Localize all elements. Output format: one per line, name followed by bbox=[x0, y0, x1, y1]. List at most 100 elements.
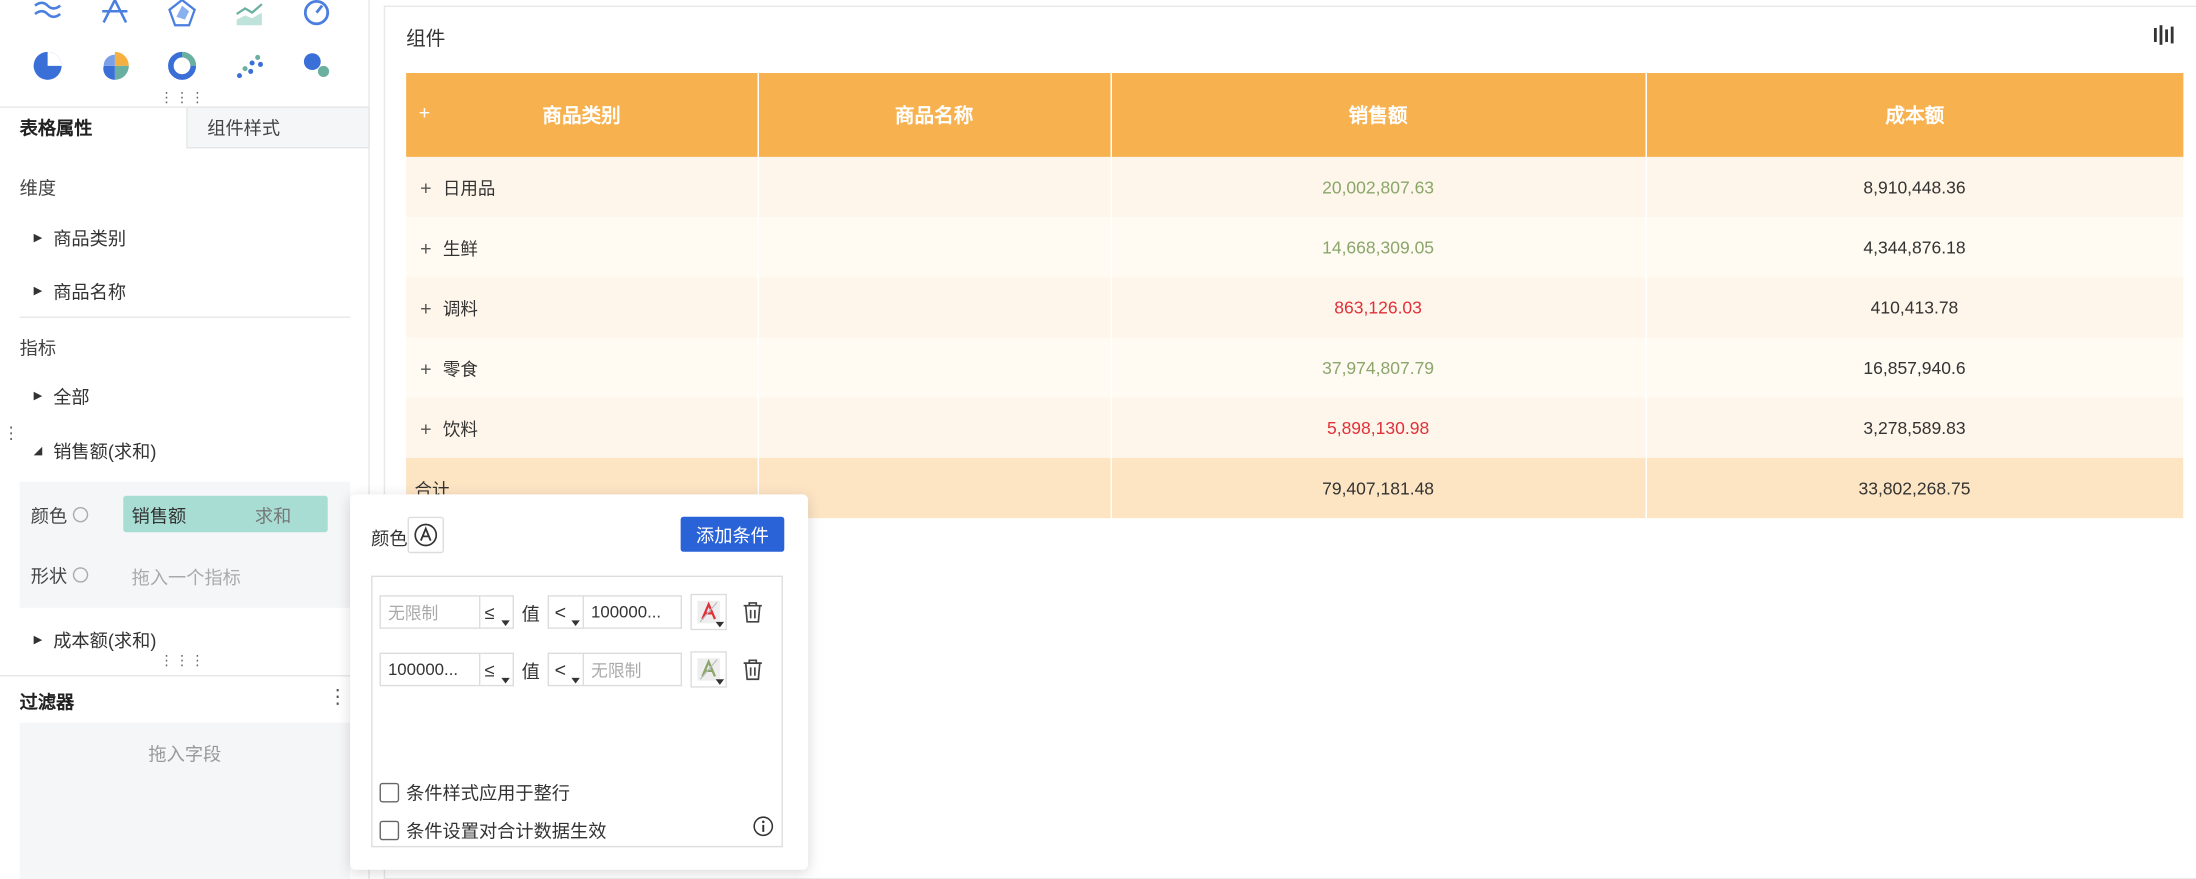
lower-operator-select[interactable]: ≤ bbox=[480, 595, 514, 629]
filter-header: 过滤器 ⋮ bbox=[0, 675, 370, 717]
value-label: 值 bbox=[521, 602, 540, 624]
ring-icon[interactable] bbox=[165, 49, 199, 83]
trash-icon[interactable] bbox=[741, 658, 763, 681]
metric-item-all[interactable]: ▶ 全部 bbox=[34, 382, 90, 409]
tab-component-style[interactable]: 组件样式 bbox=[186, 106, 370, 149]
side-drag-handle[interactable]: ⋮ bbox=[3, 424, 21, 441]
attribute-box: 颜色 销售额 求和 形状 拖入一个指标 bbox=[19, 481, 351, 608]
upper-bound-input[interactable]: 100000... bbox=[584, 595, 683, 629]
expand-icon[interactable]: + bbox=[420, 356, 431, 378]
sales-cell: 5,898,130.98 bbox=[1110, 397, 1647, 458]
lower-bound-input[interactable]: 无限制 bbox=[379, 595, 481, 629]
caret-right-icon: ▶ bbox=[33, 389, 43, 402]
header-category[interactable]: + 商品类别 bbox=[406, 72, 759, 157]
upper-operator-select[interactable]: < bbox=[547, 595, 585, 629]
property-tabs: 表格属性 组件样式 bbox=[0, 106, 370, 149]
cost-cell: 410,413.78 bbox=[1645, 277, 2185, 338]
value-label: 值 bbox=[521, 660, 540, 682]
metric-item-sales[interactable]: ◢ 销售额(求和) bbox=[34, 437, 157, 464]
left-panel: ⋮⋮⋮ 表格属性 组件样式 维度 ▶ 商品类别 ▶ 商品名称 指标 ▶ 全部 ◢… bbox=[0, 0, 370, 879]
category-cell[interactable]: + 饮料 bbox=[406, 397, 759, 458]
chevron-down-icon bbox=[715, 679, 725, 685]
pie-icon[interactable] bbox=[31, 49, 65, 83]
star-line-icon[interactable] bbox=[98, 0, 132, 29]
header-cost[interactable]: 成本额 bbox=[1645, 72, 2184, 157]
bars-icon[interactable] bbox=[2153, 24, 2175, 53]
expand-icon[interactable]: + bbox=[420, 236, 431, 258]
upper-operator-select[interactable]: < bbox=[547, 652, 585, 687]
header-name[interactable]: 商品名称 bbox=[757, 72, 1112, 157]
wave-chart-icon[interactable] bbox=[31, 0, 65, 29]
table-row[interactable]: + 日用品 20,002,807.63 8,910,448.36 bbox=[406, 156, 2185, 218]
apply-total-checkbox[interactable]: 条件设置对合计数据生效 bbox=[379, 816, 606, 843]
filter-hint: 拖入字段 bbox=[148, 743, 222, 765]
trash-icon[interactable] bbox=[741, 601, 763, 623]
info-icon[interactable] bbox=[752, 815, 774, 837]
shape-drop-zone[interactable]: 拖入一个指标 bbox=[132, 563, 241, 590]
component-title: 组件 bbox=[406, 26, 446, 50]
table-row[interactable]: + 生鲜 14,668,309.05 4,344,876.18 bbox=[406, 217, 2185, 278]
filter-drop-zone[interactable]: 拖入字段 bbox=[19, 722, 351, 879]
caret-right-icon: ▶ bbox=[33, 284, 43, 297]
style-color-picker[interactable] bbox=[690, 593, 727, 631]
resize-handle[interactable]: ⋮⋮⋮ bbox=[160, 92, 206, 106]
lower-bound-input[interactable]: 100000... bbox=[379, 652, 481, 687]
chevron-down-icon bbox=[571, 677, 580, 684]
tab-table-properties[interactable]: 表格属性 bbox=[0, 106, 187, 149]
checkbox[interactable] bbox=[379, 819, 400, 840]
more-icon[interactable]: ⋮ bbox=[328, 685, 348, 709]
rose-pie-icon[interactable] bbox=[98, 49, 132, 83]
expand-icon[interactable]: + bbox=[420, 417, 431, 439]
caret-right-icon: ▶ bbox=[33, 633, 43, 646]
metric-item-cost[interactable]: ▶ 成本额(求和) bbox=[34, 626, 157, 653]
color-field-pill[interactable]: 销售额 求和 bbox=[123, 495, 328, 533]
name-cell bbox=[757, 457, 1112, 519]
checkbox[interactable] bbox=[379, 782, 400, 802]
table-row[interactable]: + 饮料 5,898,130.98 3,278,589.83 bbox=[406, 397, 2185, 458]
table-row[interactable]: + 零食 37,974,807.79 16,857,940.6 bbox=[406, 337, 2185, 398]
cost-cell: 8,910,448.36 bbox=[1645, 156, 2185, 218]
metric-label: 指标 bbox=[19, 337, 57, 359]
total-sales: 79,407,181.48 bbox=[1110, 457, 1647, 519]
category-cell[interactable]: + 生鲜 bbox=[406, 217, 759, 278]
chevron-down-icon bbox=[715, 621, 725, 628]
chart-type-row-1 bbox=[31, 0, 334, 29]
radar-icon[interactable] bbox=[165, 0, 199, 29]
rules-box: 无限制 ≤ 值 <100000... 100000... ≤ 值 < 无限制 条件样式应用于整行… bbox=[371, 575, 783, 848]
chevron-down-icon bbox=[571, 620, 580, 627]
header-sales[interactable]: 销售额 bbox=[1110, 72, 1647, 157]
gear-icon[interactable] bbox=[72, 567, 89, 583]
condition-rule: 无限制 ≤ 值 <100000... bbox=[379, 593, 764, 631]
table-row[interactable]: + 调料 863,126.03 410,413.78 bbox=[406, 277, 2185, 338]
bubble-icon[interactable] bbox=[300, 49, 334, 83]
font-color-icon[interactable] bbox=[407, 516, 444, 554]
sales-cell: 37,974,807.79 bbox=[1110, 337, 1647, 398]
dimension-item-name[interactable]: ▶ 商品名称 bbox=[34, 277, 126, 304]
chevron-down-icon bbox=[501, 677, 510, 684]
color-condition-popup: 颜色 添加条件 无限制 ≤ 值 <100000... 100000... ≤ 值 < 无限制 条… bbox=[350, 494, 809, 870]
name-cell bbox=[757, 156, 1112, 218]
upper-bound-input[interactable]: 无限制 bbox=[584, 652, 683, 687]
add-condition-button[interactable]: 添加条件 bbox=[680, 516, 785, 552]
expand-all-icon[interactable]: + bbox=[419, 101, 430, 123]
gauge-icon[interactable] bbox=[300, 0, 334, 29]
lower-operator-select[interactable]: ≤ bbox=[480, 652, 514, 687]
gear-icon[interactable] bbox=[72, 506, 89, 523]
data-table: + 商品类别 商品名称 销售额 成本额 + 日用品 20,002,807.63 8,91… bbox=[406, 72, 2185, 519]
area-line-icon[interactable] bbox=[232, 0, 266, 29]
divider bbox=[19, 316, 351, 318]
scatter-icon[interactable] bbox=[232, 49, 266, 83]
resize-handle[interactable]: ⋮⋮⋮ bbox=[160, 655, 206, 669]
category-cell[interactable]: + 零食 bbox=[406, 337, 759, 398]
dimension-item-category[interactable]: ▶ 商品类别 bbox=[34, 224, 126, 251]
style-color-picker[interactable] bbox=[690, 651, 727, 688]
color-attr-label: 颜色 bbox=[31, 501, 89, 528]
sales-cell: 863,126.03 bbox=[1110, 277, 1647, 338]
filter-title: 过滤器 bbox=[19, 691, 75, 713]
caret-right-icon: ▶ bbox=[33, 231, 43, 244]
expand-icon[interactable]: + bbox=[420, 176, 431, 198]
category-cell[interactable]: + 日用品 bbox=[406, 156, 759, 218]
expand-icon[interactable]: + bbox=[420, 296, 431, 318]
category-cell[interactable]: + 调料 bbox=[406, 277, 759, 338]
apply-row-checkbox[interactable]: 条件样式应用于整行 bbox=[379, 779, 570, 806]
